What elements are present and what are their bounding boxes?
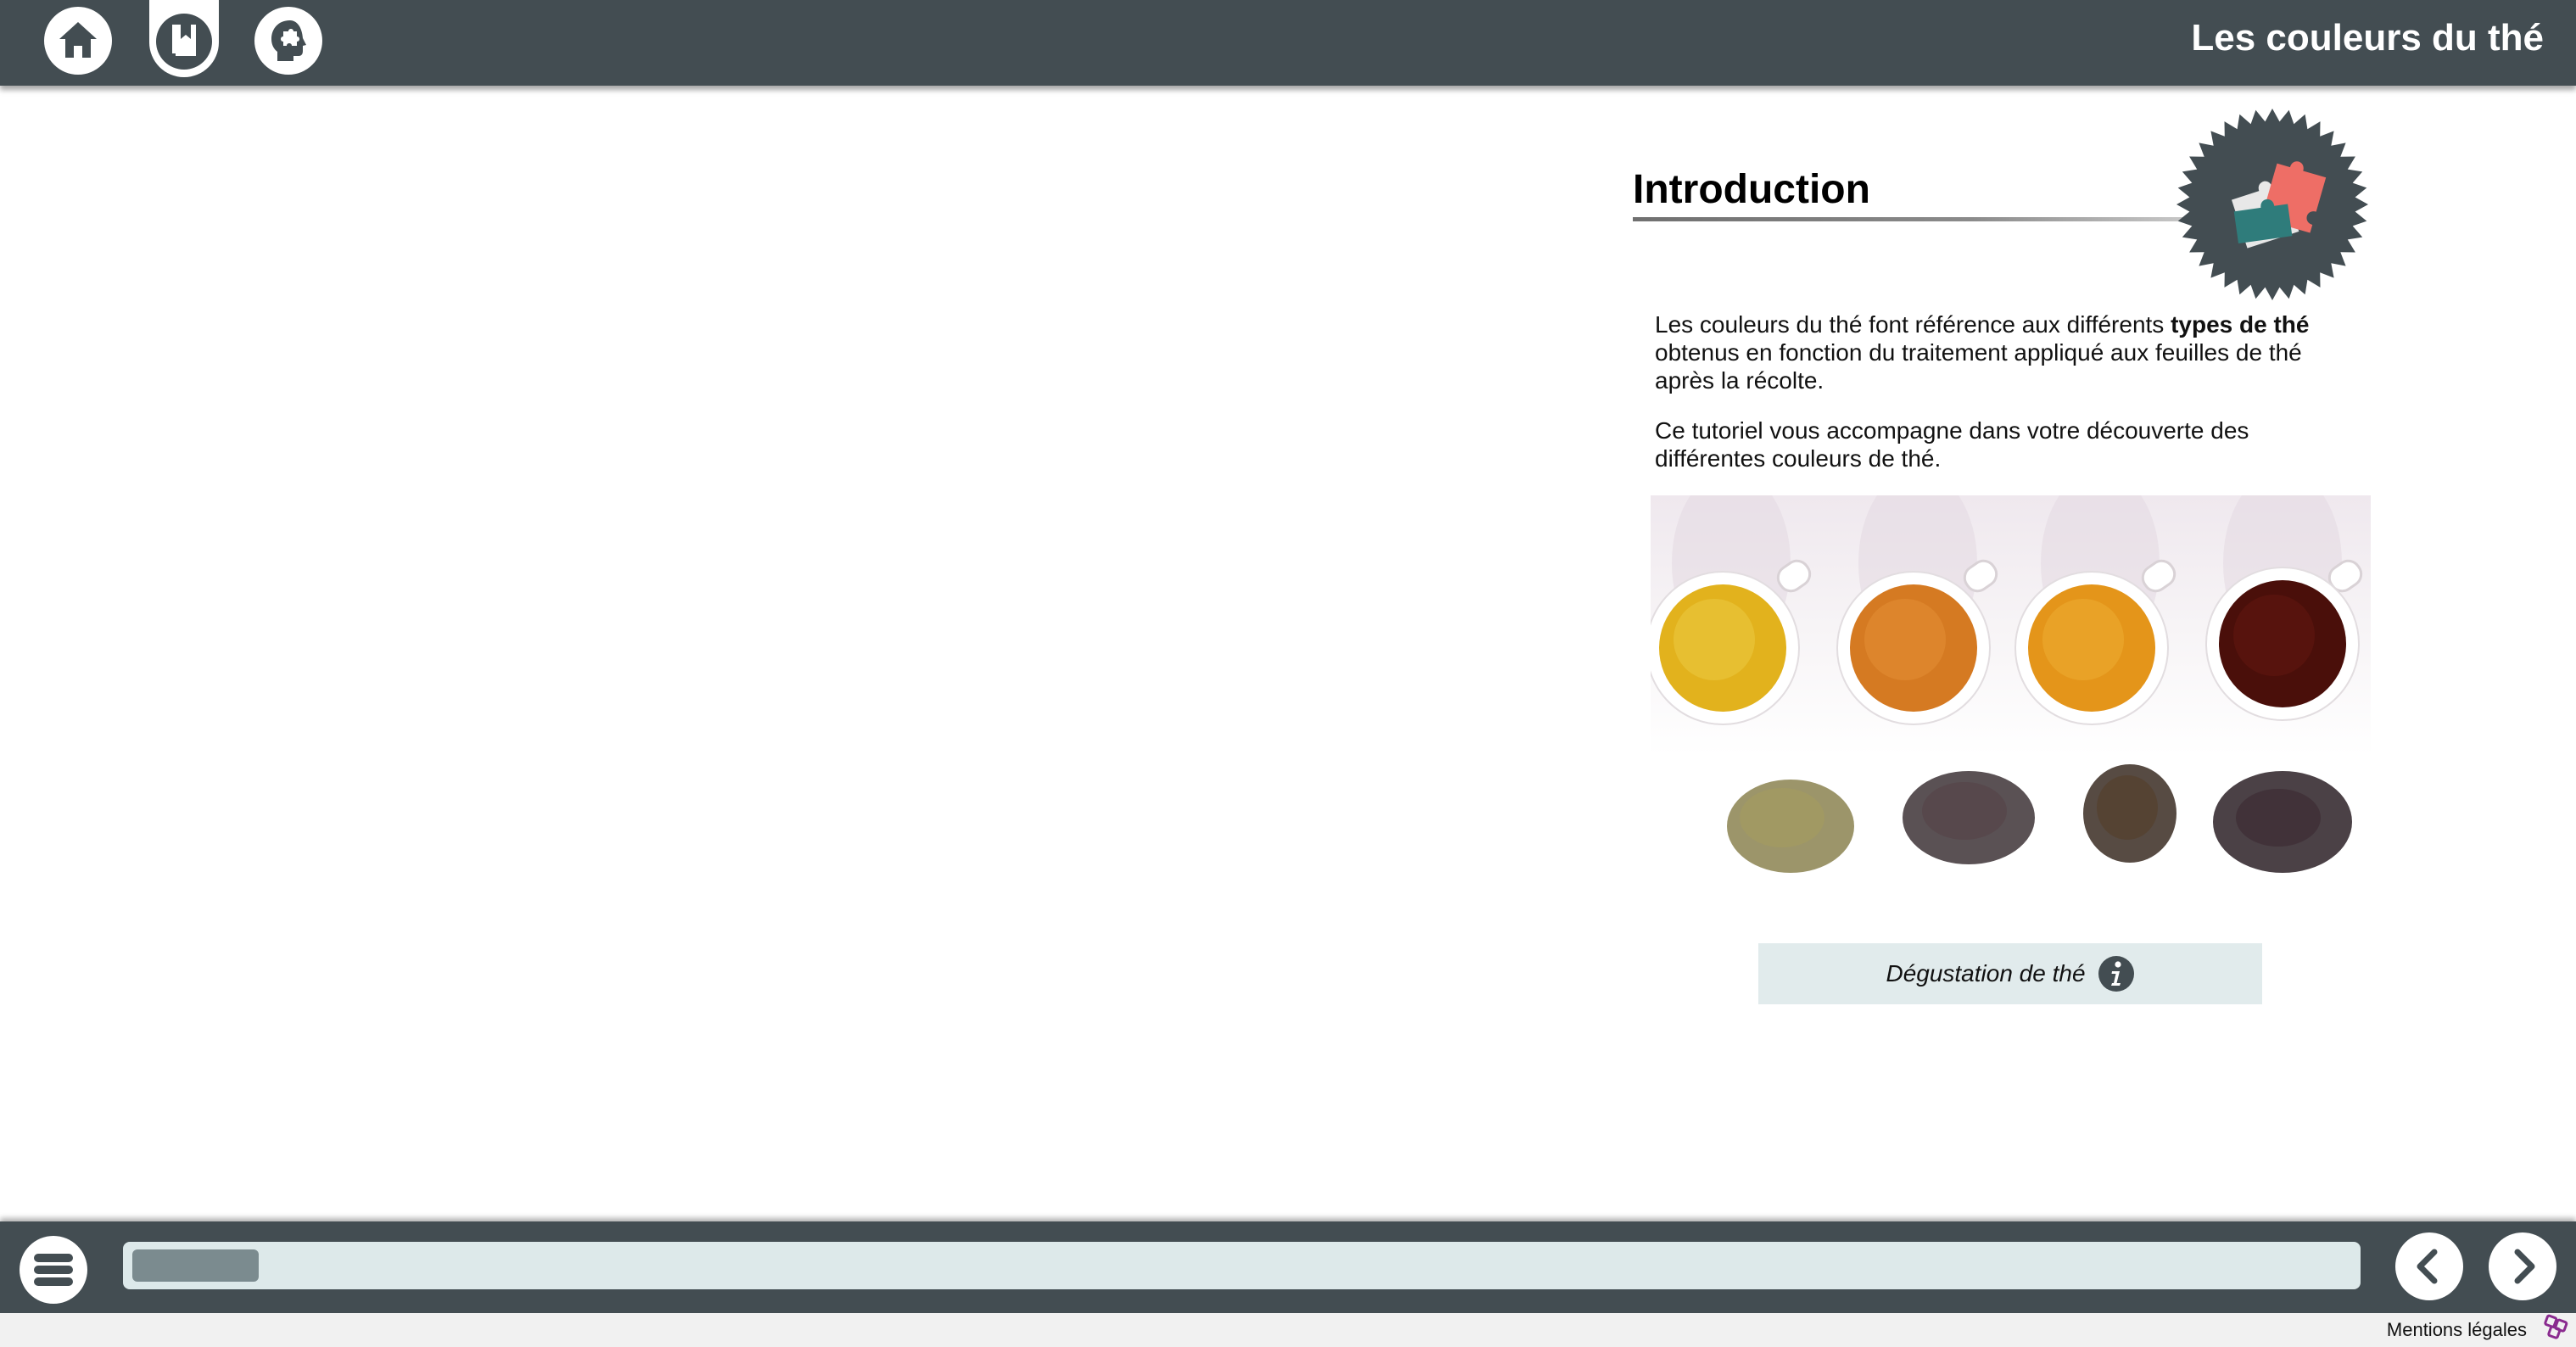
intro-paragraph-1-bold: types de thé <box>2171 311 2310 338</box>
tea-cups-photo <box>1651 495 2363 873</box>
hamburger-menu-icon[interactable] <box>19 1235 88 1305</box>
home-button[interactable] <box>42 5 114 76</box>
bottom-bar <box>0 1221 2576 1313</box>
progress-bar[interactable] <box>123 1242 2361 1289</box>
title-underline <box>1633 217 2193 221</box>
image-caption: Dégustation de thé <box>1758 943 2262 1004</box>
puzzle-head-button[interactable] <box>253 5 324 76</box>
tea-tasting-image <box>1651 495 2371 930</box>
bookmark-book-icon <box>149 0 219 77</box>
app-title: Les couleurs du thé <box>2191 17 2544 59</box>
intro-paragraph-1-end: obtenus en fonction du traitement appliq… <box>1655 339 2302 394</box>
legal-strip <box>0 1313 2576 1347</box>
bookmark-button[interactable] <box>144 0 224 81</box>
intro-paragraph-2: Ce tutoriel vous accompagne dans votre d… <box>1655 417 2249 472</box>
intro-paragraph-1: Les couleurs du thé font référence aux d… <box>1655 310 2350 394</box>
top-bar: Les couleurs du thé <box>0 0 2576 86</box>
puzzle-pieces-badge-icon <box>2176 109 2368 300</box>
head-puzzle-icon <box>254 7 322 75</box>
legal-mentions-link[interactable]: Mentions légales <box>2387 1319 2527 1341</box>
chevron-left-icon[interactable] <box>2394 1232 2464 1301</box>
intro-paragraph-1-start: Les couleurs du thé font référence aux d… <box>1655 311 2171 338</box>
chevron-right-icon[interactable] <box>2488 1232 2557 1301</box>
caption-text: Dégustation de thé <box>1886 960 2086 986</box>
home-icon <box>44 7 112 75</box>
brand-logo-icon <box>2544 1314 2568 1339</box>
intro-text: Les couleurs du thé font référence aux d… <box>1655 310 2350 495</box>
info-icon[interactable] <box>2098 955 2135 992</box>
progress-fill[interactable] <box>132 1249 259 1282</box>
section-title: Introduction <box>1633 167 1870 212</box>
